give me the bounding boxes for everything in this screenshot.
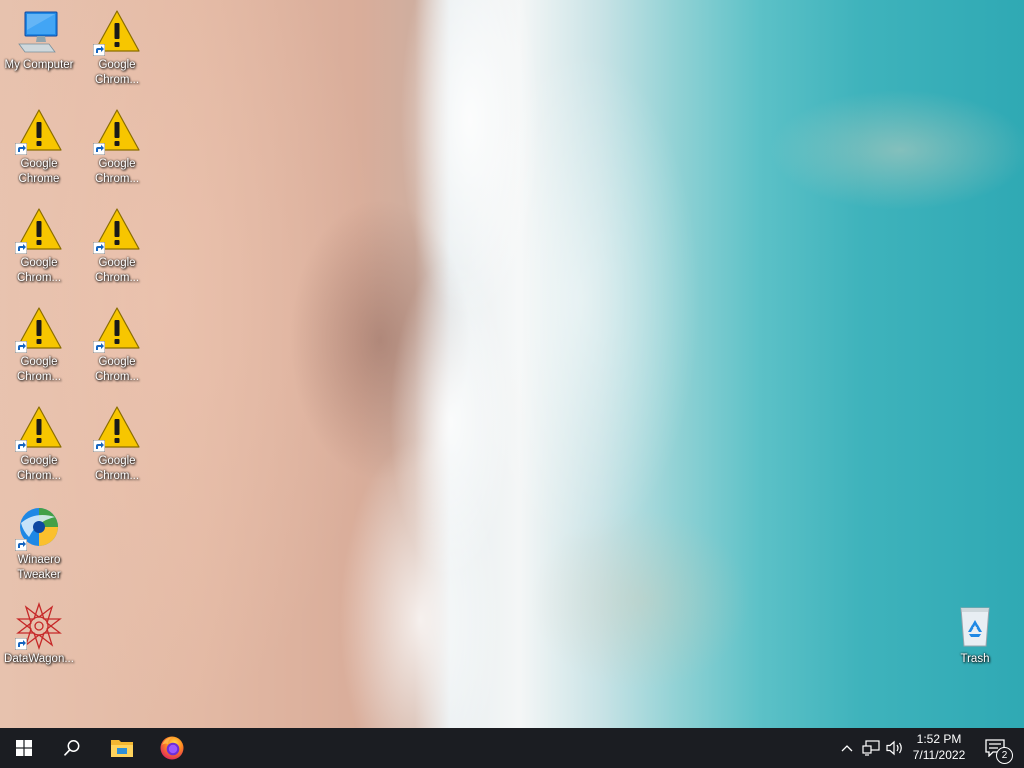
firefox-button[interactable] xyxy=(148,728,196,768)
file-explorer-icon xyxy=(111,740,133,757)
desktop-icon-google-chrome[interactable]: Google Chrom... xyxy=(79,206,155,286)
desktop-icon-label: Trash xyxy=(960,653,990,665)
recycle-bin-icon xyxy=(951,602,999,650)
desktop-icon-trash[interactable]: Trash xyxy=(937,602,1013,667)
warning-icon xyxy=(93,107,141,155)
computer-icon xyxy=(15,8,63,56)
desktop-icon-label: Google Chrom... xyxy=(16,257,62,284)
warning-icon xyxy=(15,107,63,155)
shortcut-arrow-icon xyxy=(15,242,27,254)
chevron-up-icon xyxy=(841,745,853,752)
shortcut-arrow-icon xyxy=(93,143,105,155)
desktop-icon-label: Winaero Tweaker xyxy=(17,554,61,581)
desktop-icon-label: Google Chrom... xyxy=(16,356,62,383)
desktop-icon-label: Google Chrome xyxy=(18,158,60,185)
shortcut-arrow-icon xyxy=(15,539,27,551)
start-button[interactable] xyxy=(0,728,48,768)
desktop-icon-label: Google Chrom... xyxy=(16,455,62,482)
network-icon xyxy=(862,740,880,756)
show-hidden-icons-button[interactable] xyxy=(836,728,858,768)
clock-time: 1:52 PM xyxy=(916,732,962,746)
clock-date: 7/11/2022 xyxy=(912,748,966,762)
notification-count-badge: 2 xyxy=(996,747,1013,764)
shortcut-arrow-icon xyxy=(93,44,105,56)
desktop-icon-label: Google Chrom... xyxy=(94,59,140,86)
firefox-icon xyxy=(160,736,184,760)
desktop-icon-label: Google Chrom... xyxy=(94,158,140,185)
desktop-icon-label: Google Chrom... xyxy=(94,356,140,383)
desktop-icon-label: My Computer xyxy=(4,59,74,71)
warning-icon xyxy=(93,8,141,56)
warning-icon xyxy=(93,404,141,452)
action-center-button[interactable]: 2 xyxy=(976,728,1014,768)
network-button[interactable] xyxy=(859,728,883,768)
shortcut-arrow-icon xyxy=(15,143,27,155)
desktop-icon-label: Google Chrom... xyxy=(94,455,140,482)
taskbar-clock[interactable]: 1:52 PM 7/11/2022 xyxy=(906,731,972,763)
desktop-icon-google-chrome[interactable]: Google Chrome xyxy=(1,107,77,187)
desktop-icon-datawagon[interactable]: DataWagon... xyxy=(1,601,77,667)
desktop-icon-google-chrome[interactable]: Google Chrom... xyxy=(1,305,77,385)
datawagon-icon xyxy=(15,601,63,651)
desktop-icon-google-chrome[interactable]: Google Chrom... xyxy=(1,404,77,484)
shortcut-arrow-icon xyxy=(15,440,27,452)
search-icon xyxy=(64,740,80,756)
shortcut-arrow-icon xyxy=(93,440,105,452)
warning-icon xyxy=(15,404,63,452)
windows-logo-icon xyxy=(16,740,32,756)
desktop-icon-google-chrome[interactable]: Google Chrom... xyxy=(1,206,77,286)
warning-icon xyxy=(93,305,141,353)
warning-icon xyxy=(93,206,141,254)
shortcut-arrow-icon xyxy=(93,341,105,353)
winaero-tweaker-icon xyxy=(15,503,63,551)
warning-icon xyxy=(15,305,63,353)
desktop-icon-google-chrome[interactable]: Google Chrom... xyxy=(79,107,155,187)
shortcut-arrow-icon xyxy=(15,638,27,650)
taskbar: 1:52 PM 7/11/2022 2 xyxy=(0,728,1024,768)
shortcut-arrow-icon xyxy=(15,341,27,353)
warning-icon xyxy=(15,206,63,254)
desktop-icon-google-chrome[interactable]: Google Chrom... xyxy=(79,404,155,484)
desktop-icon-label: DataWagon... xyxy=(4,653,74,665)
desktop-icon-my-computer[interactable]: My Computer xyxy=(1,8,77,73)
volume-icon xyxy=(886,740,902,756)
file-explorer-button[interactable] xyxy=(98,728,146,768)
desktop-icon-label: Google Chrom... xyxy=(94,257,140,284)
desktop-icon-google-chrome[interactable]: Google Chrom... xyxy=(79,8,155,88)
desktop-icon-winaero-tweaker[interactable]: Winaero Tweaker xyxy=(1,503,77,583)
shortcut-arrow-icon xyxy=(93,242,105,254)
volume-button[interactable] xyxy=(883,728,907,768)
desktop-icon-google-chrome[interactable]: Google Chrom... xyxy=(79,305,155,385)
search-button[interactable] xyxy=(48,728,96,768)
